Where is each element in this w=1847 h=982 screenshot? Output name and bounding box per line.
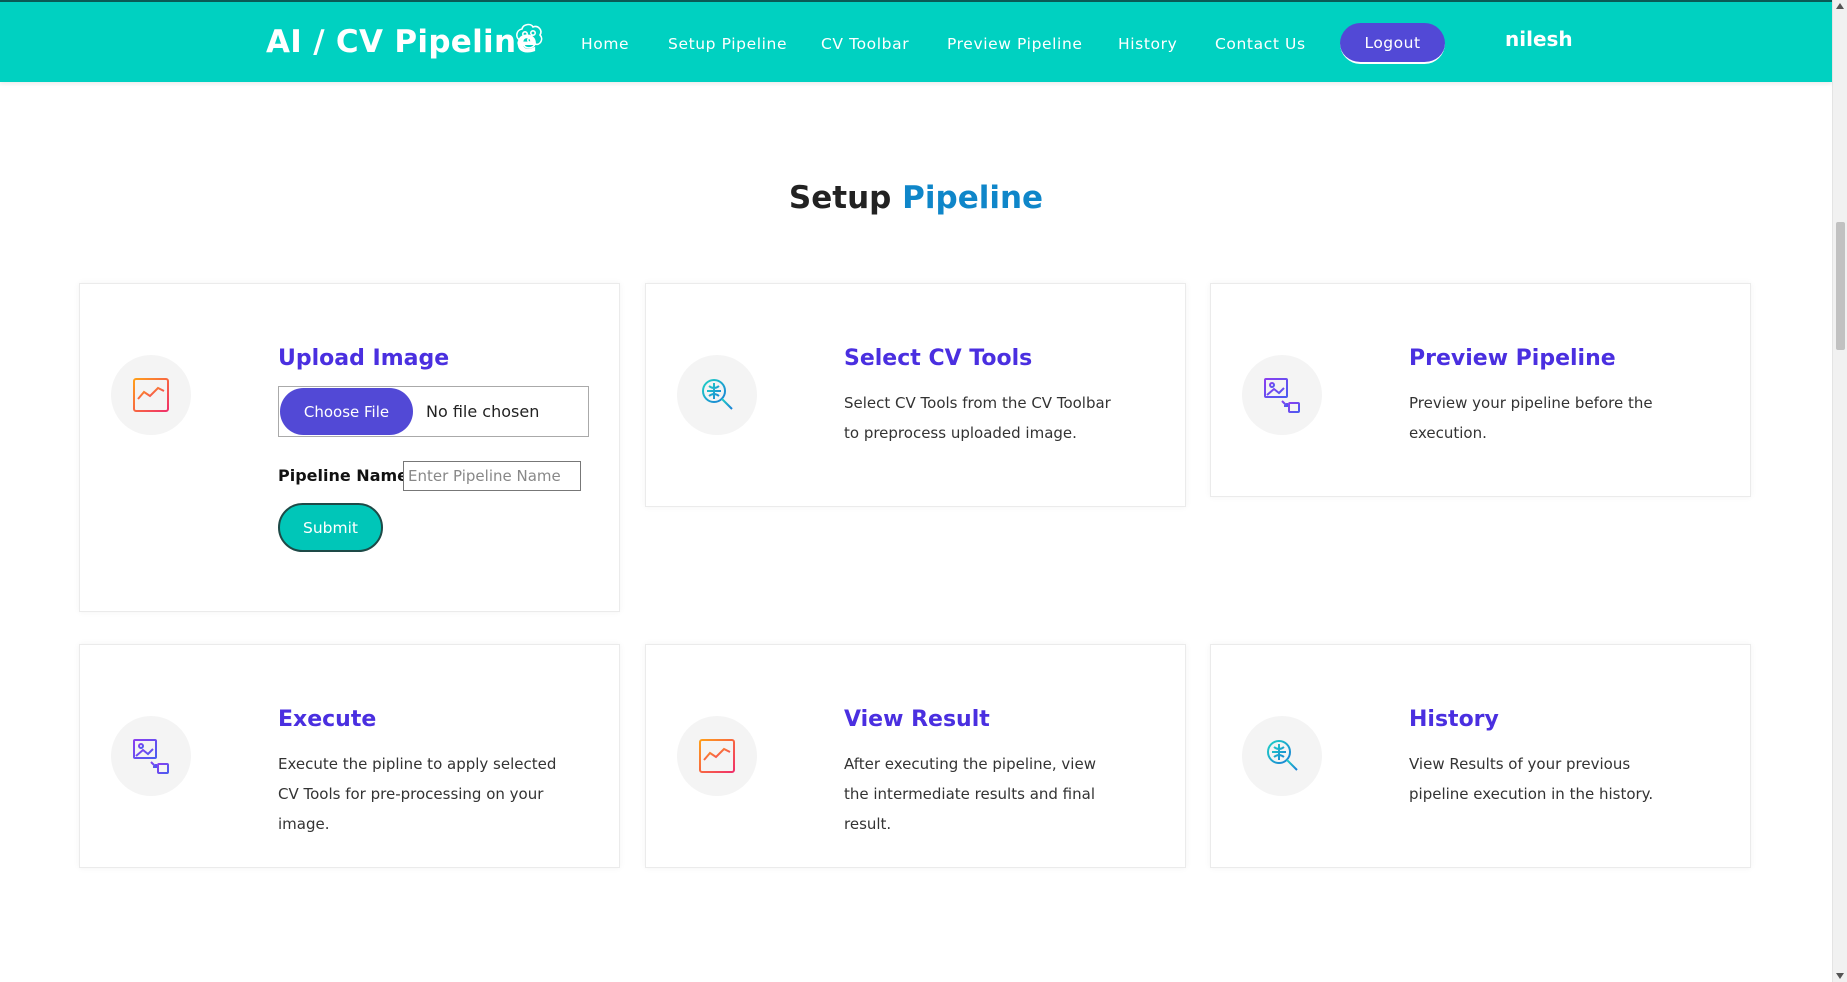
pipeline-name-input[interactable] [403,461,581,491]
view-result-card-icon-wrap [677,716,757,796]
vertical-scrollbar[interactable] [1832,0,1847,982]
image-preview-icon [1264,378,1300,413]
execute-card-title: Execute [278,707,377,732]
choose-file-button[interactable]: Choose File [280,388,413,435]
view-result-card-desc: After executing the pipeline, view the i… [844,755,1096,833]
search-globe-icon [701,379,733,410]
preview-pipeline-card: Preview Pipeline Preview your pipeline b… [1210,283,1751,497]
view-result-card-title: View Result [844,707,990,732]
top-navbar: AI / CV Pipeline Home Setup Pipeline CV … [0,0,1832,82]
upload-card-title: Upload Image [278,346,450,371]
scrollbar-thumb[interactable] [1836,222,1845,350]
chart-board-icon [133,378,169,412]
cv-tools-card-desc: Select CV Tools from the CV Toolbar to p… [844,394,1111,442]
chart-board-icon [699,739,735,773]
nav-link-contact-us[interactable]: Contact Us [1215,35,1306,53]
search-globe-icon [1266,740,1298,771]
page-title-accent: Pipeline [902,180,1044,216]
history-card-title: History [1409,707,1499,732]
preview-card-desc: Preview your pipeline before the executi… [1409,394,1653,442]
execute-card-icon-wrap [111,716,191,796]
logout-button[interactable]: Logout [1340,23,1445,64]
upload-card-icon-wrap [111,355,191,435]
history-card: History View Results of your previous pi… [1210,644,1751,868]
file-input[interactable]: Choose File No file chosen [278,386,589,437]
history-card-desc: View Results of your previous pipeline e… [1409,755,1654,803]
select-cv-tools-card: Select CV Tools Select CV Tools from the… [645,283,1186,507]
upload-image-card: Upload Image Choose File No file chosen … [79,283,620,612]
execute-card-desc: Execute the pipline to apply selected CV… [278,755,557,833]
cv-tools-card-title: Select CV Tools [844,346,1033,371]
nav-link-history[interactable]: History [1118,35,1177,53]
nav-link-cv-toolbar[interactable]: CV Toolbar [821,35,909,53]
scroll-up-arrow-icon[interactable] [1836,3,1844,9]
history-card-icon-wrap [1242,716,1322,796]
preview-card-icon-wrap [1242,355,1322,435]
page-title-main: Setup [788,180,892,216]
brain-icon [516,23,543,49]
preview-card-title: Preview Pipeline [1409,346,1616,371]
image-preview-icon [133,739,169,774]
nav-link-home[interactable]: Home [581,35,629,53]
cv-tools-card-icon-wrap [677,355,757,435]
page-title: Setup Pipeline [0,180,1832,216]
pipeline-name-label: Pipeline Name: [278,466,415,485]
scroll-down-arrow-icon[interactable] [1836,973,1844,979]
file-status-text: No file chosen [426,402,540,421]
username-label: nilesh [1505,27,1573,51]
nav-link-setup-pipeline[interactable]: Setup Pipeline [668,35,787,53]
nav-link-preview-pipeline[interactable]: Preview Pipeline [947,35,1083,53]
execute-card: Execute Execute the pipline to apply sel… [79,644,620,868]
submit-button[interactable]: Submit [278,503,383,552]
view-result-card: View Result After executing the pipeline… [645,644,1186,868]
brand-title[interactable]: AI / CV Pipeline [266,24,538,60]
